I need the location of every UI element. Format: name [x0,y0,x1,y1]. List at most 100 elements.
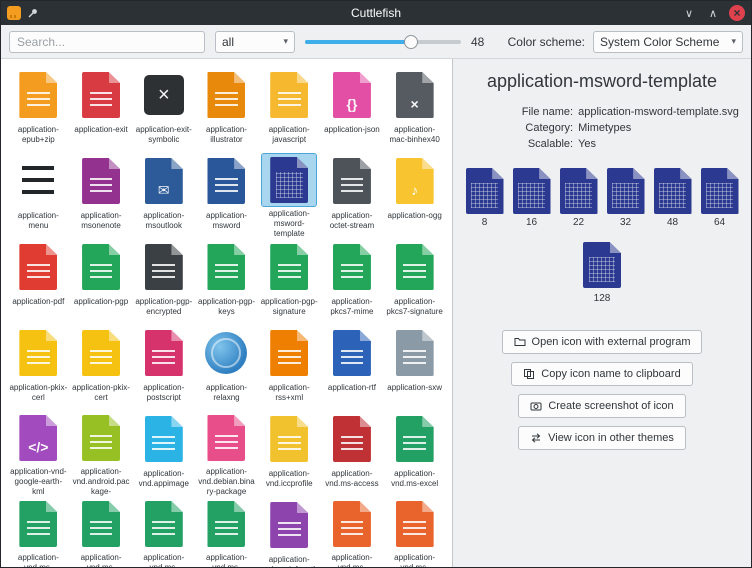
icon-grid-item[interactable]: application-vnd.ms-infopath [258,497,321,567]
icon-grid-item[interactable]: application-vnd.ms-excel.sheet.bi [70,497,133,567]
icon-grid-item[interactable]: application-rtf [321,325,384,410]
icon-grid-item[interactable]: application-msword-template [258,153,321,238]
icon-art [324,325,380,381]
icon-glyph [19,348,57,376]
folder-open-icon [514,336,526,348]
icon-art [261,239,317,295]
icon-art [324,153,380,209]
icon-grid-item[interactable]: application-msonenote [70,153,133,238]
icon-grid-item[interactable]: application-relaxng [195,325,258,410]
icon-glyph [270,262,308,290]
category-label: Category: [465,122,573,134]
icon-label: application-vnd.debian.binary-package [197,467,255,496]
page-title: application-msword-template [487,71,717,92]
icon-grid-item[interactable]: application-pdf [7,239,70,324]
color-scheme-dropdown[interactable]: System Color Scheme ▾ [593,31,743,53]
view-other-themes-button[interactable]: View icon in other themes [518,426,686,450]
icon-grid-item[interactable]: application-octet-stream [321,153,384,238]
icon-glyph [333,176,371,204]
detail-pane: application-msword-template File name: a… [453,59,751,567]
close-button[interactable]: × [729,5,745,21]
icon-label: application-mac-binhex40 [386,125,444,145]
icon-art: × [136,67,192,123]
icon-grid-item[interactable]: × application-mac-binhex40 [383,67,446,152]
icon-art [136,411,192,467]
open-external-button[interactable]: Open icon with external program [502,330,703,354]
icon-grid-item[interactable]: application-vnd.ms-excel [383,411,446,496]
icon-preview [513,168,551,214]
icon-grid-item[interactable]: application-pkix-cert [70,325,133,410]
icon-grid-item[interactable]: application-illustrator [195,67,258,152]
icon-glyph [270,348,308,376]
icon-grid-item[interactable]: application-pkcs7-signature [383,239,446,324]
icon-grid-item[interactable]: application-vnd.appimage [132,411,195,496]
icon-label: application-vnd.ms-powerpoint.a [386,553,444,567]
icon-grid-item[interactable]: ✉ application-msoutlook [132,153,195,238]
icon-label: application-pgp [72,297,130,307]
icon-preview-large [583,242,621,288]
icon-grid-item[interactable]: application-pgp-encrypted [132,239,195,324]
slider-handle[interactable] [404,35,418,49]
icon-glyph [82,90,120,118]
window-title: Cuttlefish [1,6,751,20]
maximize-button[interactable]: ∧ [705,5,721,21]
icon-glyph [270,520,308,548]
icon-preview [560,168,598,214]
icon-grid-item[interactable]: application-postscript [132,325,195,410]
icon-label: application-vnd.ms-excel.addin.m [9,553,67,567]
icon-grid-item[interactable]: application-epub+zip [7,67,70,152]
color-scheme-label: Color scheme: [508,35,585,49]
icon-grid-item[interactable]: ♪ application-ogg [383,153,446,238]
icon-grid-item[interactable]: </> application-vnd-google-earth-kml [7,411,70,496]
icon-grid-item[interactable]: application-sxw [383,325,446,410]
icon-grid-item[interactable]: application-exit [70,67,133,152]
icon-grid-item[interactable]: application-pkix-cerl [7,325,70,410]
screenshot-button[interactable]: Create screenshot of icon [518,394,685,418]
icon-grid-item[interactable]: application-msword [195,153,258,238]
icon-grid-item[interactable]: application-pkcs7-mime [321,239,384,324]
icon-grid-item[interactable]: application-vnd.ms-excel.sheet.m [132,497,195,567]
icon-art [261,497,317,553]
icon-grid-item[interactable]: application-vnd.android.package- [70,411,133,496]
pin-icon[interactable] [27,7,39,19]
icon-grid-item[interactable]: × application-exit-symbolic [132,67,195,152]
copy-name-button[interactable]: Copy icon name to clipboard [511,362,692,386]
icon-grid-item[interactable]: application-vnd.debian.binary-package [195,411,258,496]
icon-grid-item[interactable]: {} application-json [321,67,384,152]
category-dropdown[interactable]: all ▾ [215,31,295,53]
icon-grid-item[interactable]: application-javascript [258,67,321,152]
icon-glyph [333,434,371,462]
icon-grid-item[interactable]: application-vnd.iccprofile [258,411,321,496]
icon-glyph [333,262,371,290]
icon-grid-item[interactable]: application-pgp-signature [258,239,321,324]
icon-grid-item[interactable]: application-pgp-keys [195,239,258,324]
size-preview-8: 8 [466,168,504,228]
icon-grid-item[interactable]: application-menu [7,153,70,238]
icon-glyph [396,262,434,290]
icon-art [387,239,443,295]
icon-label: application-msoutlook [135,211,193,231]
scalable-value: Yes [578,138,596,150]
icon-grid-item[interactable]: application-vnd.ms-access [321,411,384,496]
size-number: 8 [482,217,488,228]
icon-size-slider[interactable] [305,34,461,50]
size-number: 32 [620,217,631,228]
icon-label: application-rtf [323,383,381,393]
slider-fill [305,40,411,44]
icon-grid-item[interactable]: application-rss+xml [258,325,321,410]
icon-art [198,153,254,209]
minimize-button[interactable]: ∨ [681,5,697,21]
icon-art [10,325,66,381]
icon-label: application-vnd.android.package- [72,467,130,496]
icon-grid-item[interactable]: application-pgp [70,239,133,324]
icon-label: application-menu [9,211,67,231]
action-buttons: Open icon with external program Copy ico… [502,330,703,450]
icon-grid-item[interactable]: application-vnd.ms-powerpoint [321,497,384,567]
search-input[interactable] [9,31,205,53]
icon-label: application-msword-template [260,209,318,238]
icon-grid-item[interactable]: application-vnd.ms-powerpoint.a [383,497,446,567]
icon-grid-item[interactable]: application-vnd.ms-excel.templat [195,497,258,567]
icon-glyph: × [396,90,434,118]
icon-art [324,497,380,551]
icon-grid-item[interactable]: application-vnd.ms-excel.addin.m [7,497,70,567]
